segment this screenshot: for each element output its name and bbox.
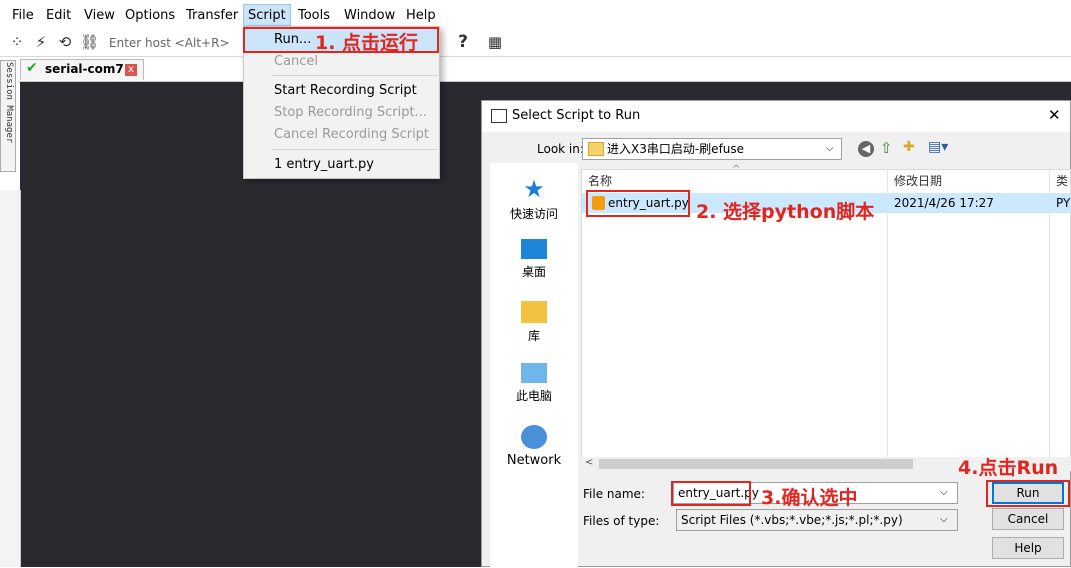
network-icon bbox=[521, 425, 547, 449]
annotation-box-filename bbox=[671, 481, 751, 506]
session-manager-label: Session Manager bbox=[4, 62, 14, 144]
menu-cancel: Cancel bbox=[274, 54, 319, 69]
menu-separator bbox=[272, 149, 438, 150]
sftp-icon[interactable]: ▦ bbox=[486, 33, 504, 51]
menu-view[interactable]: View bbox=[84, 6, 115, 26]
annotation-box-file bbox=[586, 190, 690, 217]
cancel-button[interactable]: Cancel bbox=[992, 508, 1064, 530]
file-type-select[interactable]: Script Files (*.vbs;*.vbe;*.js;*.pl;*.py… bbox=[676, 509, 958, 531]
menu-tools[interactable]: Tools bbox=[298, 6, 330, 26]
look-in-select[interactable]: 进入X3串口启动-刷efuse ⌵ bbox=[582, 138, 842, 160]
close-tab-icon[interactable]: x bbox=[125, 64, 137, 76]
column-divider bbox=[1049, 170, 1050, 470]
up-folder-icon[interactable]: ⇧ bbox=[880, 139, 893, 157]
menu-transfer[interactable]: Transfer bbox=[186, 6, 238, 26]
place-network[interactable]: Network bbox=[490, 425, 578, 468]
connect-tree-icon[interactable]: ⁘ bbox=[8, 33, 26, 51]
annotation-step1: 1. 点击运行 bbox=[315, 32, 419, 54]
annotation-step4: 4.点击Run bbox=[958, 457, 1059, 479]
menubar: File Edit View Options Transfer Script T… bbox=[0, 0, 1071, 30]
menu-script[interactable]: Script bbox=[243, 4, 291, 26]
chevron-down-icon: ⌵ bbox=[940, 487, 948, 498]
reconnect-icon[interactable]: ⟲ bbox=[56, 33, 74, 51]
chevron-down-icon: ⌵ bbox=[826, 143, 834, 154]
session-tab-bar: ✔ serial-com7 x bbox=[18, 57, 1071, 82]
chevron-down-icon: ⌵ bbox=[940, 514, 948, 525]
library-icon bbox=[521, 301, 547, 323]
column-divider bbox=[887, 170, 888, 470]
place-library[interactable]: 库 bbox=[490, 301, 578, 344]
scroll-left-icon[interactable]: < bbox=[585, 457, 593, 468]
menu-separator bbox=[272, 75, 438, 76]
place-label: Network bbox=[506, 453, 562, 468]
menu-help[interactable]: Help bbox=[406, 6, 436, 26]
quick-connect-icon[interactable]: ⚡ bbox=[32, 33, 50, 51]
places-bar: ★ 快速访问 桌面 库 此电脑 Network bbox=[490, 163, 578, 568]
place-label: 此电脑 bbox=[515, 389, 552, 403]
place-quick-access[interactable]: ★ 快速访问 bbox=[490, 177, 578, 222]
dialog-titlebar: Select Script to Run ✕ bbox=[482, 101, 1070, 132]
place-this-pc[interactable]: 此电脑 bbox=[490, 363, 578, 404]
place-label: 库 bbox=[527, 329, 540, 343]
sort-up-icon: ^ bbox=[732, 164, 741, 175]
menu-stop-recording: Stop Recording Script... bbox=[274, 105, 427, 120]
menu-file[interactable]: File bbox=[12, 6, 34, 26]
link-icon[interactable]: ⛓ bbox=[80, 33, 99, 51]
session-tab-label: serial-com7 bbox=[45, 62, 124, 76]
file-type-value: Script Files (*.vbs;*.vbe;*.js;*.pl;*.py… bbox=[681, 513, 903, 527]
look-in-value: 进入X3串口启动-刷efuse bbox=[607, 142, 745, 156]
annotation-step3: 3.确认选中 bbox=[761, 487, 858, 509]
column-date[interactable]: 修改日期 bbox=[894, 170, 942, 192]
help-icon[interactable]: ? bbox=[454, 33, 472, 51]
menu-options[interactable]: Options bbox=[125, 6, 175, 26]
file-type: PY bbox=[1056, 196, 1071, 210]
look-in-label: Look in: bbox=[537, 142, 584, 156]
menu-window[interactable]: Window bbox=[344, 6, 395, 26]
view-menu-icon[interactable]: ▤▾ bbox=[928, 139, 948, 155]
dialog-title: Select Script to Run bbox=[512, 108, 641, 123]
session-manager-tab[interactable]: Session Manager bbox=[0, 60, 16, 172]
folder-icon bbox=[588, 142, 604, 156]
computer-icon bbox=[521, 363, 547, 383]
host-input[interactable]: Enter host <Alt+R> bbox=[103, 33, 249, 53]
menu-recent-script[interactable]: 1 entry_uart.py bbox=[274, 157, 374, 172]
place-label: 快速访问 bbox=[509, 207, 558, 221]
place-desktop[interactable]: 桌面 bbox=[490, 239, 578, 280]
annotation-step2: 2. 选择python脚本 bbox=[696, 201, 875, 223]
toolbar: ⁘ ⚡ ⟲ ⛓ Enter host <Alt+R> ? ▦ bbox=[0, 30, 1071, 57]
menu-start-recording[interactable]: Start Recording Script bbox=[274, 83, 417, 98]
back-icon[interactable]: ◀ bbox=[858, 141, 874, 157]
left-panel-strip bbox=[0, 190, 21, 567]
file-name-label: File name: bbox=[583, 487, 645, 501]
dialog-window-icon bbox=[491, 109, 507, 123]
file-date: 2021/4/26 17:27 bbox=[894, 196, 994, 210]
column-type[interactable]: 类 bbox=[1056, 170, 1068, 192]
annotation-box-run-button bbox=[986, 480, 1070, 507]
menu-cancel-recording: Cancel Recording Script bbox=[274, 127, 430, 142]
select-script-dialog: Select Script to Run ✕ Look in: 进入X3串口启动… bbox=[481, 100, 1071, 568]
menu-edit[interactable]: Edit bbox=[46, 6, 71, 26]
desktop-icon bbox=[521, 239, 547, 259]
star-icon: ★ bbox=[523, 175, 545, 203]
file-type-label: Files of type: bbox=[583, 514, 660, 528]
dialog-close-icon[interactable]: ✕ bbox=[1048, 106, 1061, 124]
new-folder-icon[interactable]: ✚ bbox=[903, 139, 915, 155]
scroll-thumb[interactable] bbox=[599, 459, 913, 469]
connected-check-icon: ✔ bbox=[26, 60, 38, 76]
help-button[interactable]: Help bbox=[992, 537, 1064, 559]
place-label: 桌面 bbox=[521, 265, 546, 279]
column-name[interactable]: 名称 bbox=[588, 170, 612, 192]
session-tab[interactable]: ✔ serial-com7 x bbox=[20, 59, 144, 80]
